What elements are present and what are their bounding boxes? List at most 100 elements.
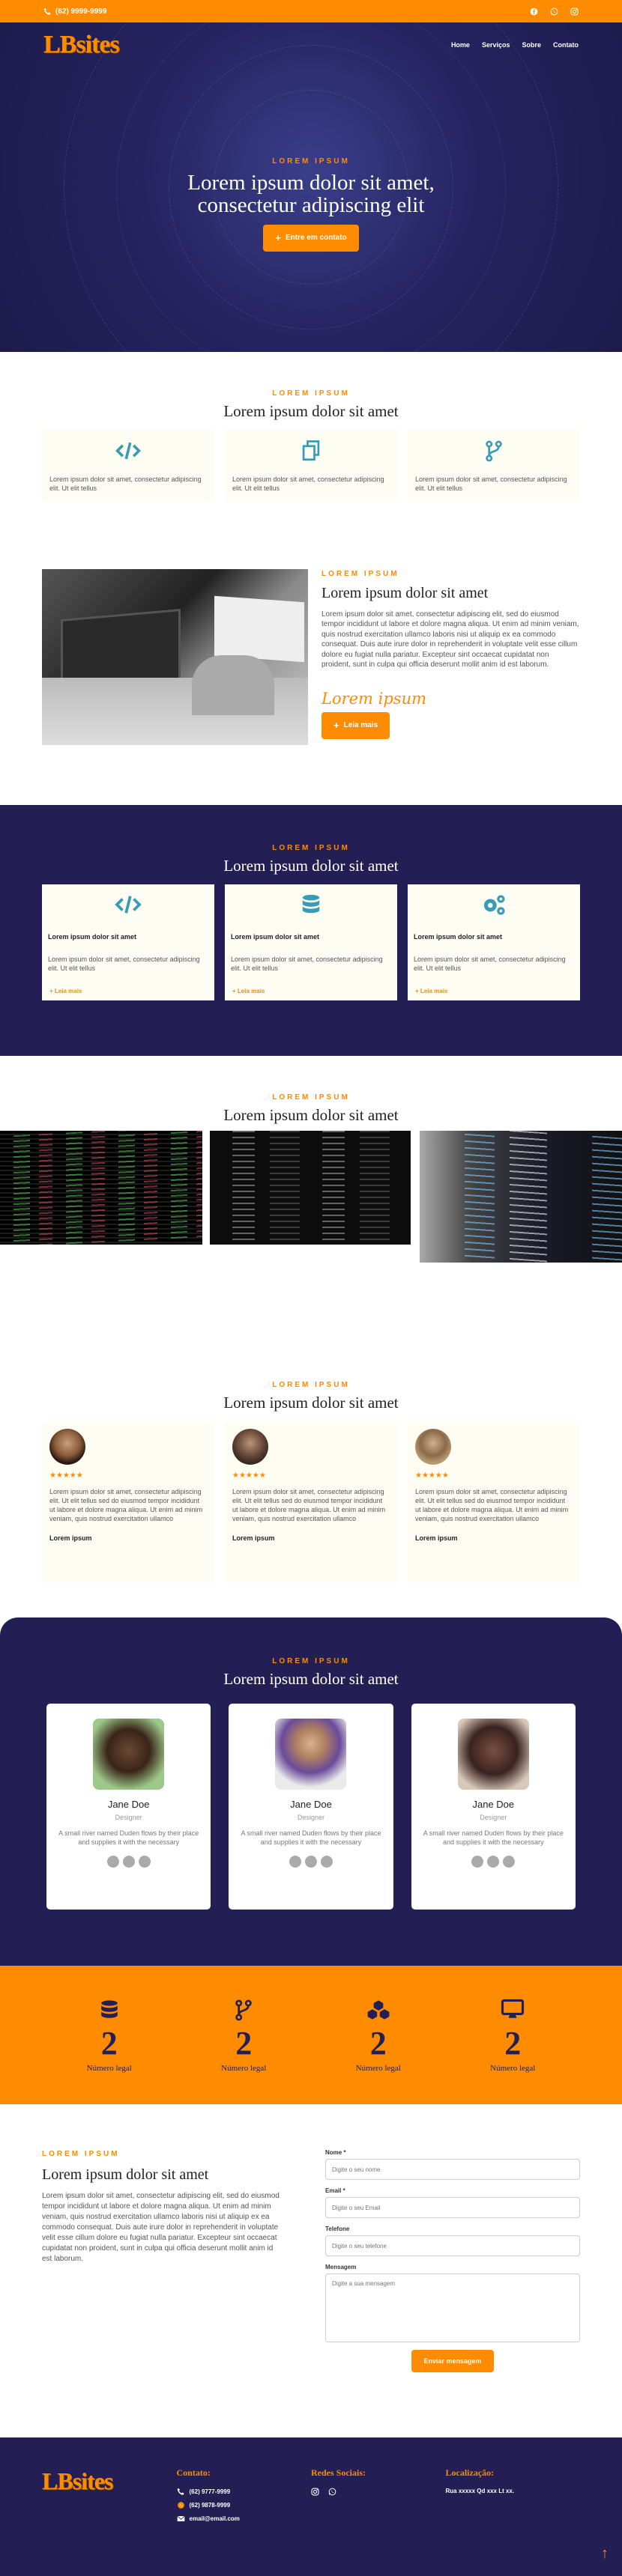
phone-field[interactable] [325, 2235, 580, 2256]
footer-phone-1[interactable]: (62) 9777-9999 [177, 2488, 312, 2496]
instagram-icon[interactable] [138, 1856, 151, 1868]
footer-address: Rua xxxxx Qd xxx Lt xx. [445, 2488, 515, 2494]
team-member-photo [457, 1719, 529, 1790]
instagram-icon[interactable] [570, 7, 579, 16]
team-member-card: Jane Doe Designer A small river named Du… [229, 1704, 393, 1910]
message-field[interactable] [325, 2273, 580, 2342]
contact-section: LOREM IPSUM Lorem ipsum dolor sit amet L… [0, 2104, 622, 2437]
hero-kicker: LOREM IPSUM [272, 157, 350, 165]
team-section: LOREM IPSUM Lorem ipsum dolor sit amet J… [0, 1617, 622, 1966]
team-member-text: A small river named Duden flows by their… [58, 1829, 199, 1847]
team-member-role: Designer [480, 1814, 507, 1821]
submit-button[interactable]: Enviar mensagem [411, 2350, 494, 2372]
facebook-icon[interactable] [304, 1856, 317, 1868]
footer-location-title: Localização: [445, 2467, 495, 2478]
database-icon [302, 894, 320, 914]
team-member-name: Jane Doe [290, 1799, 332, 1810]
team-member-card: Jane Doe Designer A small river named Du… [46, 1704, 211, 1910]
footer-phone-text: (62) 9878-9999 [189, 2502, 231, 2509]
logo[interactable]: LBsites [43, 31, 120, 59]
stat-value: 2 [504, 2025, 522, 2062]
gallery-image[interactable] [0, 1131, 202, 1245]
branch-icon [486, 440, 502, 462]
whatsapp-icon[interactable] [328, 2488, 336, 2496]
twitter-icon[interactable] [471, 1856, 484, 1868]
service-card-heading: Lorem ipsum dolor sit amet [414, 933, 503, 941]
footer-email[interactable]: email@email.com [176, 2515, 312, 2523]
hero-section: LBsites Home Serviços Sobre Contato LORE… [0, 22, 622, 352]
feature-card: Lorem ipsum dolor sit amet, consectetur … [225, 430, 397, 502]
stat-value: 2 [369, 2025, 387, 2062]
gallery-image[interactable] [420, 1131, 622, 1263]
cubes-icon [367, 2000, 390, 2020]
service-card: Lorem ipsum dolor sit amet Lorem ipsum d… [42, 884, 214, 1000]
team-member-text: A small river named Duden flows by their… [423, 1829, 564, 1847]
service-read-more-link[interactable]: + Leia mais [415, 988, 447, 996]
testimonial-name: Lorem ipsum [232, 1534, 275, 1543]
topbar-phone[interactable]: (62) 9999-9999 [43, 7, 106, 16]
email-field[interactable] [325, 2197, 580, 2218]
gallery-kicker: LOREM IPSUM [272, 1093, 350, 1102]
footer-phone-2[interactable]: (62) 9878-9999 [177, 2501, 312, 2509]
service-read-more-link[interactable]: + Leia mais [232, 988, 265, 996]
contact-text: Lorem ipsum dolor sit amet, consectetur … [42, 2192, 280, 2263]
service-read-more-link[interactable]: + Leia mais [49, 988, 82, 996]
footer-logo[interactable]: LBsites [42, 2467, 177, 2495]
footer-phone-text: (62) 9777-9999 [189, 2488, 231, 2495]
instagram-icon[interactable] [320, 1856, 333, 1868]
main-nav: LBsites Home Serviços Sobre Contato [0, 22, 622, 67]
testimonial-card: ★★★★★ Lorem ipsum dolor sit amet, consec… [42, 1421, 214, 1582]
about-read-more-label: Leia mais [343, 721, 378, 730]
facebook-icon[interactable] [530, 7, 538, 16]
footer-social-title: Redes Sociais: [311, 2467, 366, 2478]
team-member-name: Jane Doe [107, 1799, 150, 1810]
nav-menu: Home Serviços Sobre Contato [451, 41, 579, 49]
service-card-heading: Lorem ipsum dolor sit amet [48, 933, 137, 941]
team-member-text: A small river named Duden flows by their… [241, 1829, 381, 1847]
top-bar: (62) 9999-9999 [0, 0, 622, 22]
about-title: Lorem ipsum dolor sit amet [321, 584, 489, 601]
testimonial-name: Lorem ipsum [415, 1534, 458, 1543]
testimonial-name: Lorem ipsum [49, 1534, 92, 1543]
envelope-icon [176, 2515, 185, 2521]
avatar [415, 1429, 451, 1465]
name-field[interactable] [325, 2159, 580, 2180]
stat-label: Número legal [86, 2064, 132, 2073]
service-card-text: Lorem ipsum dolor sit amet, consectetur … [414, 956, 566, 973]
about-section: LOREM IPSUM Lorem ipsum dolor sit amet L… [0, 554, 622, 805]
code-icon [115, 896, 142, 914]
gallery-image[interactable] [210, 1131, 411, 1245]
stat-value: 2 [235, 2025, 253, 2062]
whatsapp-icon[interactable] [550, 7, 558, 16]
topbar-phone-text: (62) 9999-9999 [55, 7, 107, 16]
service-card-text: Lorem ipsum dolor sit amet, consectetur … [48, 956, 200, 973]
instagram-icon[interactable] [311, 2488, 319, 2496]
phone-label: Telefone [325, 2226, 350, 2232]
footer-email-text: email@email.com [189, 2515, 240, 2522]
nav-item-contato[interactable]: Contato [553, 41, 579, 49]
twitter-icon[interactable] [289, 1856, 301, 1868]
team-member-role: Designer [297, 1814, 324, 1821]
hero-contact-button[interactable]: + Entre em contato [263, 224, 359, 252]
nav-item-sobre[interactable]: Sobre [522, 41, 541, 49]
stats-section: 2 Número legal 2 Número legal 2 Número l… [0, 1966, 622, 2104]
branch-icon [235, 1999, 253, 2021]
testimonials-kicker: LOREM IPSUM [272, 1381, 350, 1389]
service-card-heading: Lorem ipsum dolor sit amet [231, 933, 320, 941]
instagram-icon[interactable] [503, 1856, 516, 1868]
feature-card-text: Lorem ipsum dolor sit amet, consectetur … [49, 476, 202, 493]
name-label: Nome * [325, 2149, 346, 2156]
facebook-icon[interactable] [122, 1856, 135, 1868]
twitter-icon[interactable] [106, 1856, 119, 1868]
gallery-title: Lorem ipsum dolor sit amet [223, 1106, 399, 1124]
facebook-icon[interactable] [487, 1856, 500, 1868]
stat-item: 2 Número legal [490, 1997, 535, 2073]
service-card: Lorem ipsum dolor sit amet Lorem ipsum d… [408, 884, 580, 1000]
gallery-section: LOREM IPSUM Lorem ipsum dolor sit amet [0, 1056, 622, 1325]
about-read-more-button[interactable]: + Leia mais [321, 711, 390, 739]
nav-item-servicos[interactable]: Serviços [482, 41, 510, 49]
stat-label: Número legal [221, 2064, 267, 2073]
features-kicker: LOREM IPSUM [272, 389, 350, 398]
back-to-top-arrow-icon[interactable]: ↑ [601, 2545, 609, 2563]
nav-item-home[interactable]: Home [451, 41, 470, 49]
